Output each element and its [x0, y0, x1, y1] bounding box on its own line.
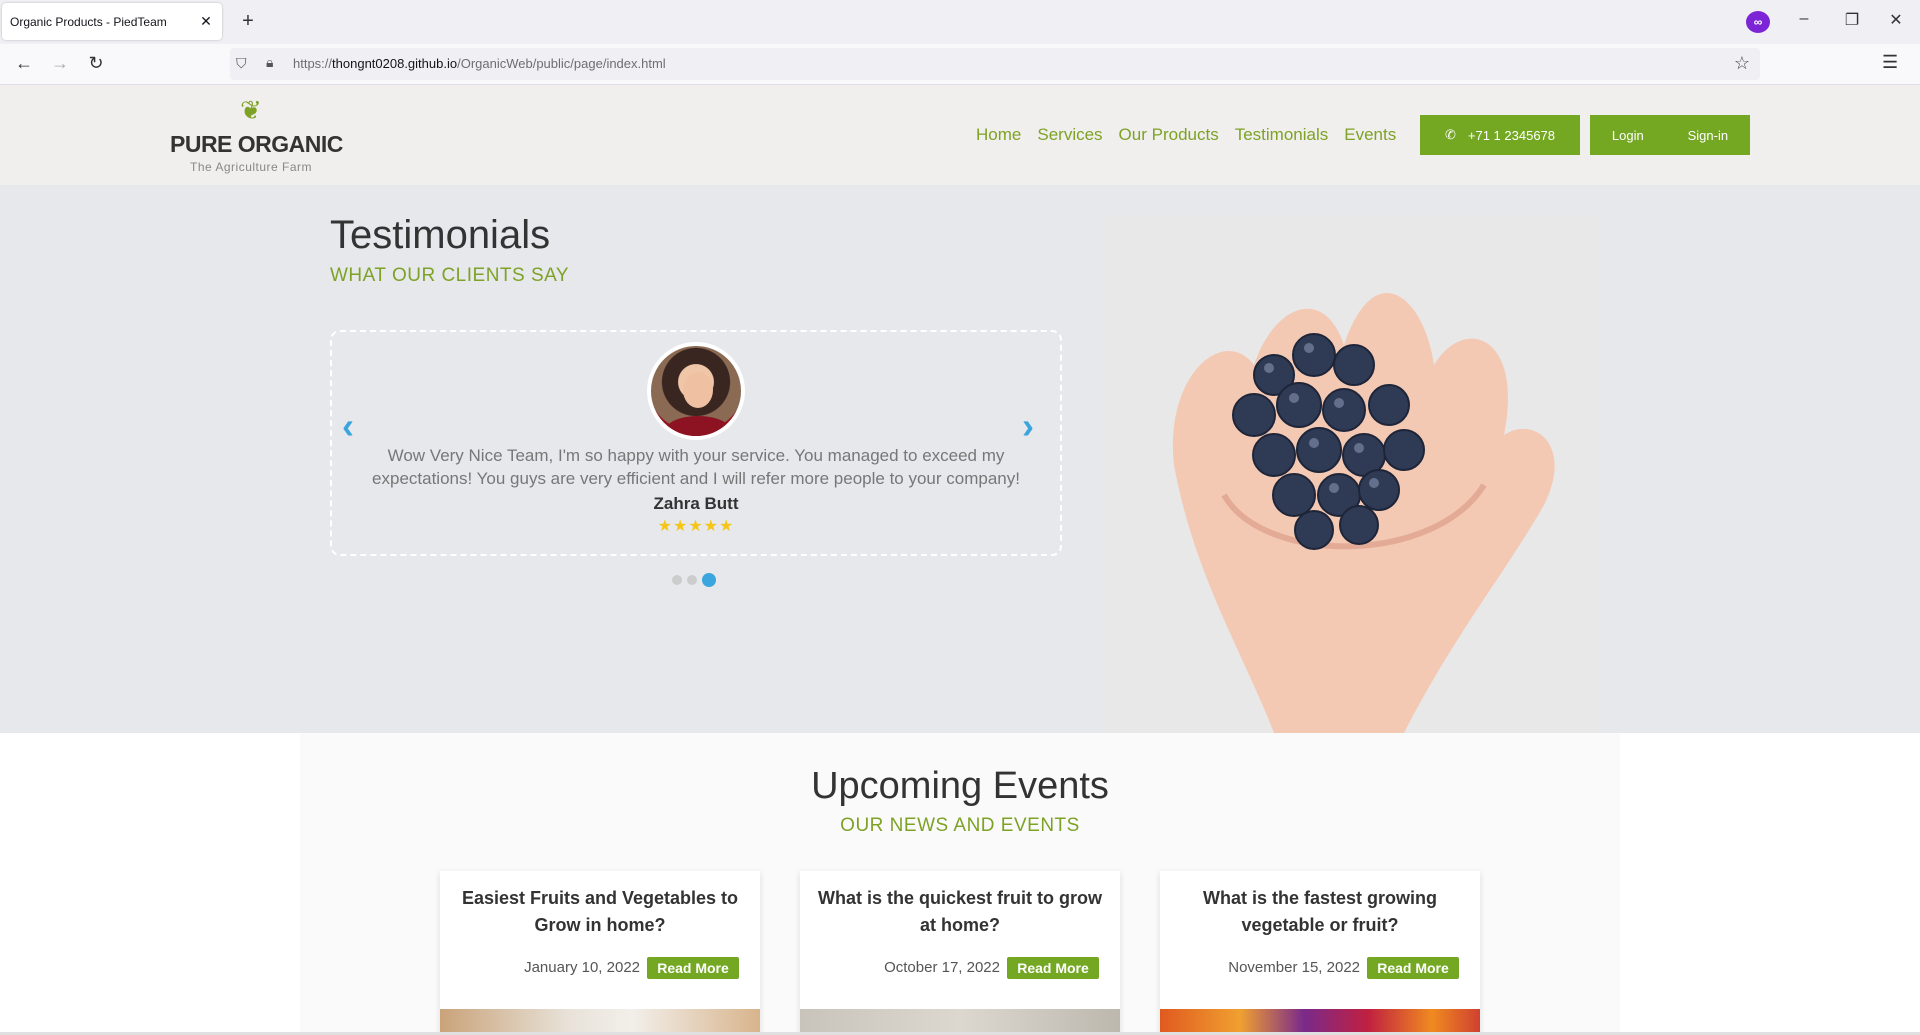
url-prefix: https:// [293, 56, 333, 71]
events-subtitle: OUR NEWS AND EVENTS [840, 815, 1080, 836]
testimonial-card: Wow Very Nice Team, I'm so happy with yo… [330, 330, 1062, 556]
carousel-prev-icon[interactable]: ‹ [342, 405, 354, 447]
testimonials-section: Testimonials WHAT OUR CLIENTS SAY Wow Ve… [0, 185, 1920, 733]
event-title: What is the quickest fruit to grow at ho… [817, 888, 1102, 935]
shield-icon[interactable]: ⛉ [236, 55, 247, 72]
back-arrow-icon[interactable]: ← [10, 53, 38, 74]
client-name: Zahra Butt [653, 494, 739, 513]
event-title: Easiest Fruits and Vegetables to Grow in… [461, 888, 739, 935]
hamburger-menu-icon[interactable]: ☰ [1882, 52, 1898, 73]
close-window-button[interactable]: ✕ [1876, 10, 1916, 30]
avatar-face [683, 372, 713, 408]
logo-tagline: The Agriculture Farm [190, 160, 313, 174]
reload-icon[interactable]: ↻ [82, 53, 110, 74]
nav-home[interactable]: Home [976, 125, 1021, 145]
main-nav: Home Services Our Products Testimonials … [976, 125, 1396, 145]
leaf-logo-icon: ❦ [240, 95, 262, 125]
testimonial-quote: Wow Very Nice Team, I'm so happy with yo… [372, 446, 1020, 488]
avatar-shirt [665, 416, 731, 436]
nav-testimonials[interactable]: Testimonials [1235, 125, 1329, 145]
testimonials-title: Testimonials [330, 213, 551, 257]
phone-icon: ✆ [1444, 127, 1456, 142]
carousel-dot-2[interactable] [687, 575, 697, 585]
browser-navbar: ← → ↻ ⛉ 🔒︎ https://thongnt0208.github.io… [0, 44, 1920, 85]
client-avatar [647, 342, 745, 440]
event-card[interactable]: What is the quickest fruit to grow at ho… [800, 871, 1120, 1035]
login-button[interactable]: Login [1612, 128, 1644, 143]
tab-title: Organic Products - PiedTeam [10, 14, 167, 29]
private-mask-icon[interactable]: ∞ [1746, 11, 1770, 33]
carousel-dots [672, 573, 716, 587]
carousel-dot-1[interactable] [672, 575, 682, 585]
url-text[interactable]: https://thongnt0208.github.io/OrganicWeb… [293, 56, 666, 71]
carousel-next-icon[interactable]: › [1022, 405, 1034, 447]
browser-tabbar: Organic Products - PiedTeam ✕ + ∞ – ❐ ✕ [0, 0, 1920, 44]
url-path: /OrganicWeb/public/page/index.html [457, 56, 666, 71]
tab-close-icon[interactable]: ✕ [198, 13, 214, 30]
blueberries-illustration [1104, 215, 1600, 733]
restore-button[interactable]: ❐ [1832, 10, 1872, 30]
auth-buttons: Login Sign-in [1590, 115, 1750, 155]
site-header: ❦ PURE ORGANIC The Agriculture Farm Home… [0, 85, 1920, 185]
phone-number: +71 1 2345678 [1467, 127, 1556, 143]
rating-stars: ★★★★★ [657, 518, 735, 535]
signin-button[interactable]: Sign-in [1688, 128, 1728, 143]
url-bar[interactable]: ⛉ 🔒︎ https://thongnt0208.github.io/Organ… [230, 48, 1760, 80]
event-card[interactable]: Easiest Fruits and Vegetables to Grow in… [440, 871, 760, 1035]
url-domain: thongnt0208.github.io [332, 56, 458, 71]
minimize-button[interactable]: – [1784, 10, 1824, 28]
new-tab-button[interactable]: + [236, 10, 260, 33]
event-date: November 15, 2022 [1228, 959, 1360, 976]
event-date: January 10, 2022 [524, 959, 640, 976]
blueberries-hands-photo [1104, 215, 1600, 733]
browser-tab[interactable]: Organic Products - PiedTeam ✕ [2, 3, 222, 40]
bookmark-star-icon[interactable]: ☆ [1734, 53, 1750, 74]
phone-button[interactable]: ✆ +71 1 2345678 [1420, 115, 1580, 155]
read-more-button[interactable]: Read More [1367, 957, 1459, 979]
nav-events[interactable]: Events [1344, 125, 1396, 145]
read-more-button[interactable]: Read More [1007, 957, 1099, 979]
event-date: October 17, 2022 [884, 959, 1000, 976]
logo-name: PURE ORGANIC [170, 131, 343, 157]
nav-our-products[interactable]: Our Products [1119, 125, 1219, 145]
testimonials-subtitle: WHAT OUR CLIENTS SAY [330, 265, 570, 286]
nav-services[interactable]: Services [1037, 125, 1102, 145]
lock-icon[interactable]: 🔒︎ [266, 54, 273, 71]
event-title: What is the fastest growing vegetable or… [1202, 888, 1438, 935]
event-card[interactable]: What is the fastest growing vegetable or… [1160, 871, 1480, 1035]
carousel-dot-3[interactable] [702, 573, 716, 587]
site-logo[interactable]: ❦ PURE ORGANIC The Agriculture Farm [170, 95, 343, 174]
events-section: Upcoming Events OUR NEWS AND EVENTS Easi… [300, 733, 1620, 1035]
events-title: Upcoming Events [811, 765, 1109, 807]
read-more-button[interactable]: Read More [647, 957, 739, 979]
forward-arrow-icon[interactable]: → [46, 53, 74, 74]
